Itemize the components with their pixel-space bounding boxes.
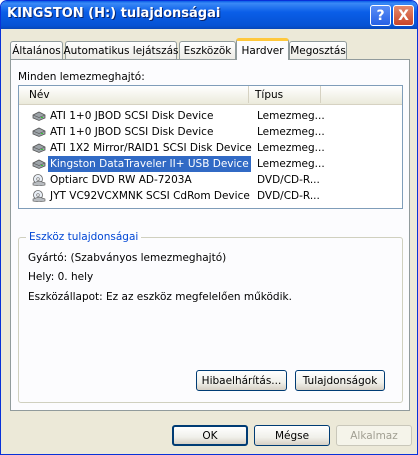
tab-autoplay[interactable]: Automatikus lejátszás — [63, 41, 179, 59]
device-status-text: Eszközállapot: Ez az eszköz megfelelően … — [28, 291, 292, 303]
column-header-name[interactable]: Név — [19, 86, 249, 103]
device-properties-title: Eszköz tulajdonságai — [26, 231, 142, 243]
disk-drive-icon — [32, 143, 46, 153]
help-button[interactable]: ? — [370, 5, 391, 26]
row-name: JYT VC92VCXMNK SCSI CdRom Device — [50, 190, 250, 202]
cd-drive-icon — [32, 174, 46, 186]
list-item-selected[interactable]: Kingston DataTraveler II+ USB Device Lem… — [19, 156, 402, 172]
column-header-type[interactable]: Típus — [249, 86, 321, 103]
troubleshoot-button[interactable]: Hibaelhárítás... — [196, 370, 287, 391]
window-title: KINGSTON (H:) tulajdonságai — [7, 6, 221, 21]
row-type: Lemezmeg... — [257, 142, 325, 154]
list-header: Név Típus — [19, 86, 402, 105]
location-text: Hely: 0. hely — [28, 271, 94, 283]
list-item[interactable]: ATI 1+0 JBOD SCSI Disk Device Lemezmeg..… — [19, 108, 402, 124]
apply-button[interactable]: Alkalmaz — [336, 425, 412, 446]
row-type: DVD/CD-R... — [257, 190, 320, 202]
tab-sharing[interactable]: Megosztás — [289, 41, 347, 59]
title-bar[interactable]: KINGSTON (H:) tulajdonságai ? X — [1, 1, 417, 29]
tab-tools[interactable]: Eszközök — [179, 41, 236, 59]
tab-general[interactable]: Általános — [10, 41, 63, 59]
list-item[interactable]: ATI 1+0 JBOD SCSI Disk Device Lemezmeg..… — [19, 124, 402, 140]
row-name: Optiarc DVD RW AD-7203A — [50, 174, 192, 186]
manufacturer-text: Gyártó: (Szabványos lemezmeghajtó) — [28, 252, 227, 264]
disk-drive-icon — [32, 111, 46, 121]
row-name: ATI 1X2 Mirror/RAID1 SCSI Disk Device — [50, 142, 252, 154]
disk-drive-icon — [32, 159, 46, 169]
properties-button[interactable]: Tulajdonságok — [295, 370, 385, 391]
list-item[interactable]: Optiarc DVD RW AD-7203A DVD/CD-R... — [19, 172, 402, 188]
cd-drive-icon — [32, 190, 46, 202]
cancel-button[interactable]: Mégse — [254, 425, 330, 446]
list-item[interactable]: ATI 1X2 Mirror/RAID1 SCSI Disk Device Le… — [19, 140, 402, 156]
list-item[interactable]: JYT VC92VCXMNK SCSI CdRom Device DVD/CD-… — [19, 188, 402, 204]
all-drives-label: Minden lemezmeghajtó: — [18, 71, 145, 83]
close-button[interactable]: X — [393, 5, 414, 26]
properties-window: KINGSTON (H:) tulajdonságai ? X Általáno… — [0, 0, 418, 455]
row-name: ATI 1+0 JBOD SCSI Disk Device — [50, 126, 214, 138]
row-type: Lemezmeg... — [257, 126, 325, 138]
tab-hardware[interactable]: Hardver — [236, 38, 289, 60]
row-name: Kingston DataTraveler II+ USB Device — [48, 156, 251, 172]
ok-button[interactable]: OK — [172, 425, 248, 446]
row-name: ATI 1+0 JBOD SCSI Disk Device — [50, 110, 214, 122]
disk-drive-icon — [32, 127, 46, 137]
row-type: DVD/CD-R... — [257, 174, 320, 186]
row-type: Lemezmeg... — [257, 158, 325, 170]
row-type: Lemezmeg... — [257, 110, 325, 122]
drives-list[interactable]: Név Típus ATI 1+0 JBOD SCSI Disk Device … — [18, 85, 403, 209]
